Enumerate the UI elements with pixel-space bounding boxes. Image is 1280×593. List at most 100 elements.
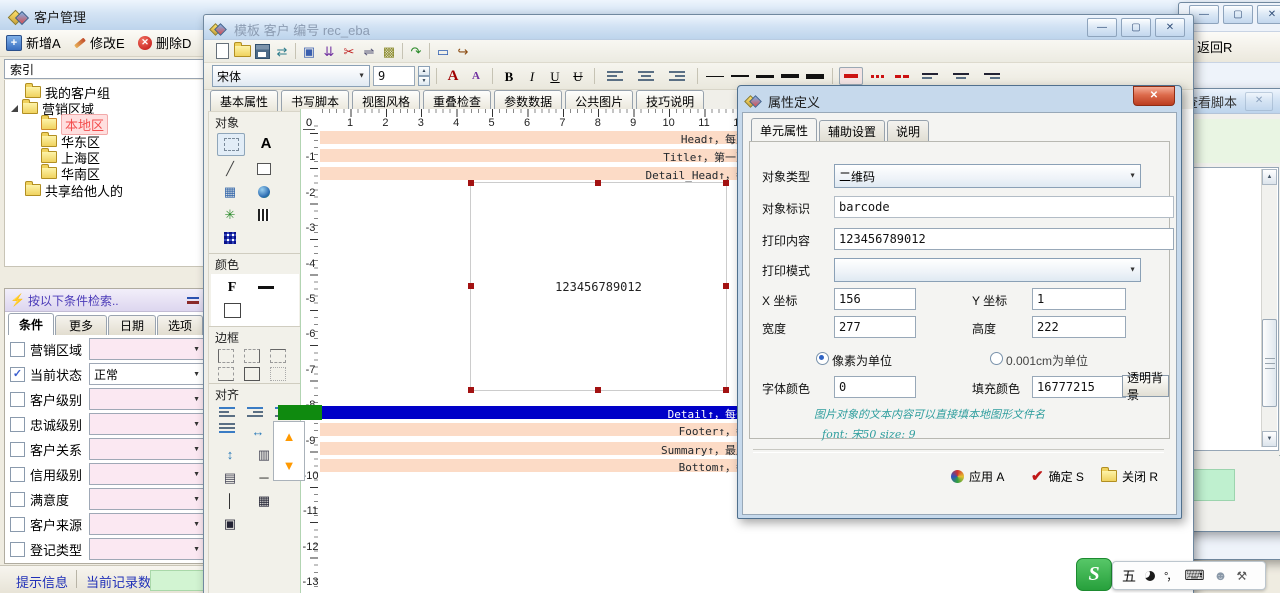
- handle-top-center[interactable]: [595, 180, 601, 186]
- distribute-v-icon[interactable]: ▤: [217, 467, 243, 488]
- tree-item-south-china[interactable]: 华南区: [41, 165, 100, 181]
- tab-basic-props[interactable]: 基本属性: [210, 90, 278, 112]
- line-weight-3-button[interactable]: [754, 68, 776, 84]
- table-tool-icon[interactable]: ▦: [217, 181, 243, 202]
- red-line-dotted-button[interactable]: [866, 68, 888, 84]
- combo-customer-source[interactable]: ▼: [89, 513, 205, 535]
- line-color-button[interactable]: [253, 277, 279, 298]
- handle-top-right[interactable]: [723, 180, 729, 186]
- checkbox-satisfaction[interactable]: [10, 492, 25, 507]
- bold-button[interactable]: B: [499, 67, 519, 85]
- font-size-spinner[interactable]: ▲▼: [418, 66, 430, 86]
- refresh-icon[interactable]: ↷: [406, 42, 426, 60]
- height-input[interactable]: 222: [1032, 316, 1126, 338]
- line-weight-1-button[interactable]: [704, 68, 726, 84]
- search-tab-more[interactable]: 更多: [55, 315, 107, 335]
- edit-button[interactable]: 修改E: [74, 33, 125, 52]
- width-input[interactable]: 277: [834, 316, 916, 338]
- row-list-icon[interactable]: ▣: [217, 513, 243, 534]
- checkbox-customer-level[interactable]: [10, 392, 25, 407]
- qrcode-tool-icon[interactable]: [217, 227, 243, 248]
- search-tab-date[interactable]: 日期: [108, 315, 156, 335]
- rollup-icon[interactable]: [187, 297, 199, 304]
- dialog-tab-aux[interactable]: 辅助设置: [819, 120, 885, 143]
- align-objects-right-icon[interactable]: [247, 407, 263, 417]
- swap-icon[interactable]: ⇌: [359, 42, 379, 60]
- checkbox-register-type[interactable]: [10, 542, 25, 557]
- fill-color-button[interactable]: [219, 300, 245, 321]
- font-shrink-button[interactable]: A: [466, 67, 486, 85]
- justify-middle-button[interactable]: [953, 73, 969, 79]
- add-button[interactable]: + 新增A: [6, 33, 61, 52]
- open-file-icon[interactable]: [232, 42, 252, 60]
- handle-top-left[interactable]: [468, 180, 474, 186]
- plugin-tool-icon[interactable]: ✳: [217, 204, 243, 225]
- border-none-button[interactable]: [270, 367, 286, 381]
- image-tool-icon[interactable]: ▩: [379, 42, 399, 60]
- handle-bottom-left[interactable]: [468, 387, 474, 393]
- select-tool-icon[interactable]: [217, 133, 245, 156]
- v-line-icon[interactable]: │: [217, 490, 243, 511]
- checkbox-loyalty-level[interactable]: [10, 417, 25, 432]
- maximize-button[interactable]: ▢: [1223, 5, 1253, 24]
- checkbox-marketing-region[interactable]: [10, 342, 25, 357]
- border-right-button[interactable]: [244, 349, 260, 363]
- transparent-bg-button[interactable]: 透明背景: [1122, 375, 1169, 397]
- rect-tool-icon[interactable]: [251, 158, 277, 179]
- search-tab-options[interactable]: 选项: [157, 315, 203, 335]
- text-tool-icon[interactable]: A: [253, 133, 279, 154]
- handle-bottom-right[interactable]: [723, 387, 729, 393]
- dialog-close-button[interactable]: ✕: [1133, 86, 1175, 106]
- ime-fullwidth-icon[interactable]: [1145, 571, 1155, 581]
- red-line-dashed-button[interactable]: [891, 68, 913, 84]
- ime-punct-toggle[interactable]: °，: [1164, 568, 1175, 584]
- x-coord-input[interactable]: 156: [834, 288, 916, 310]
- new-file-icon[interactable]: [212, 42, 232, 60]
- font-grow-button[interactable]: A: [443, 67, 463, 85]
- line-weight-4-button[interactable]: [779, 68, 801, 84]
- line-weight-5-button[interactable]: [804, 68, 826, 84]
- ime-wrench-icon[interactable]: ⚒: [1236, 569, 1247, 583]
- border-top-button[interactable]: [270, 349, 286, 363]
- align-left-button[interactable]: [607, 71, 623, 81]
- tree-item-local-region[interactable]: 本地区: [41, 116, 108, 132]
- expand-triangle-icon[interactable]: [11, 105, 18, 112]
- barcode-tool-icon[interactable]: [251, 204, 277, 225]
- dialog-titlebar[interactable]: 属性定义 ✕: [738, 86, 1181, 112]
- font-family-combo[interactable]: 宋体▼: [212, 65, 370, 87]
- picture-tool-icon[interactable]: [251, 181, 277, 202]
- editor-close-button[interactable]: ✕: [1155, 18, 1185, 37]
- combo-credit-level[interactable]: ▼: [89, 463, 205, 485]
- checkbox-credit-level[interactable]: [10, 467, 25, 482]
- editor-maximize-button[interactable]: ▢: [1121, 18, 1151, 37]
- view-script-close-button[interactable]: ✕: [1245, 92, 1273, 111]
- line-weight-2-button[interactable]: [729, 68, 751, 84]
- band-marker-green[interactable]: [278, 405, 322, 420]
- ok-button[interactable]: ✔ 确定 S: [1031, 465, 1084, 487]
- ime-keyboard-icon[interactable]: ⌨: [1184, 567, 1204, 584]
- apply-button[interactable]: 应用 A: [951, 465, 1004, 487]
- combo-satisfaction[interactable]: ▼: [89, 488, 205, 510]
- ime-user-icon[interactable]: ☻: [1214, 568, 1228, 583]
- dialog-tab-notes[interactable]: 说明: [887, 120, 929, 143]
- border-bottom-button[interactable]: [218, 367, 234, 381]
- same-width-icon[interactable]: ↔: [245, 421, 271, 442]
- justify-bottom-button[interactable]: [984, 73, 1000, 79]
- font-color-input[interactable]: 0: [834, 376, 916, 398]
- handle-mid-right[interactable]: [723, 283, 729, 289]
- font-color-button[interactable]: F: [219, 277, 245, 298]
- window-icon[interactable]: ▭: [433, 42, 453, 60]
- unit-cm-radio[interactable]: [990, 352, 1003, 365]
- grid-table-icon[interactable]: ▦: [251, 490, 277, 511]
- combo-loyalty-level[interactable]: ▼: [89, 413, 205, 435]
- same-height-icon[interactable]: ↕: [217, 444, 243, 465]
- handle-mid-left[interactable]: [468, 283, 474, 289]
- scroll-up-button[interactable]: ▲: [1262, 169, 1277, 185]
- scrollbar[interactable]: ▲ ▼: [1261, 169, 1277, 447]
- combo-marketing-region[interactable]: ▼: [89, 338, 205, 360]
- strikethrough-button[interactable]: U: [568, 67, 588, 85]
- import-export-icon[interactable]: ⇄: [272, 42, 292, 60]
- editor-minimize-button[interactable]: —: [1087, 18, 1117, 37]
- object-type-combo[interactable]: 二维码▼: [834, 164, 1141, 188]
- line-tool-icon[interactable]: ╱: [217, 158, 243, 179]
